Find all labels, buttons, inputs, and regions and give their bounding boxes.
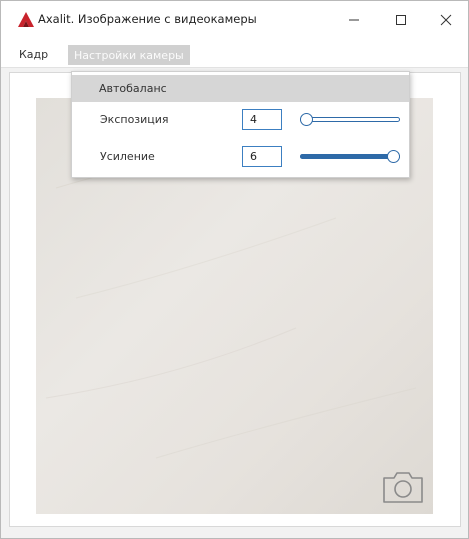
gain-slider-fill bbox=[300, 154, 400, 159]
title-bar[interactable]: Axalit. Изображение с видеокамеры bbox=[1, 1, 468, 37]
gain-label: Усиление bbox=[100, 150, 155, 163]
exposure-slider-track bbox=[300, 117, 400, 122]
gain-slider-thumb[interactable] bbox=[387, 150, 400, 163]
autobalance-label: Автобаланс bbox=[99, 82, 167, 95]
menu-camera-settings[interactable]: Настройки камеры bbox=[68, 45, 190, 65]
camera-window: Axalit. Изображение с видеокамеры Кадр Н… bbox=[0, 0, 469, 539]
maximize-icon bbox=[396, 15, 406, 25]
exposure-slider-thumb[interactable] bbox=[300, 113, 313, 126]
axalit-logo-icon bbox=[18, 12, 34, 27]
exposure-label: Экспозиция bbox=[100, 113, 169, 126]
autobalance-menu-item[interactable]: Автобаланс bbox=[72, 75, 409, 102]
exposure-row: Экспозиция 4 bbox=[72, 105, 409, 135]
close-button[interactable] bbox=[426, 7, 466, 33]
window-title: Axalit. Изображение с видеокамеры bbox=[38, 12, 257, 26]
maximize-button[interactable] bbox=[381, 7, 421, 33]
camera-settings-dropdown: Автобаланс Экспозиция 4 Усиление 6 bbox=[71, 71, 410, 178]
exposure-input[interactable]: 4 bbox=[242, 109, 282, 130]
exposure-slider[interactable] bbox=[300, 113, 400, 126]
gain-row: Усиление 6 bbox=[72, 142, 409, 172]
camera-icon[interactable] bbox=[381, 469, 425, 505]
gain-slider[interactable] bbox=[300, 150, 400, 163]
minimize-icon bbox=[349, 19, 359, 21]
minimize-button[interactable] bbox=[334, 7, 374, 33]
menu-bar: Кадр Настройки камеры bbox=[1, 37, 468, 68]
close-icon bbox=[440, 14, 452, 26]
menu-frame[interactable]: Кадр bbox=[13, 44, 54, 64]
gain-input[interactable]: 6 bbox=[242, 146, 282, 167]
